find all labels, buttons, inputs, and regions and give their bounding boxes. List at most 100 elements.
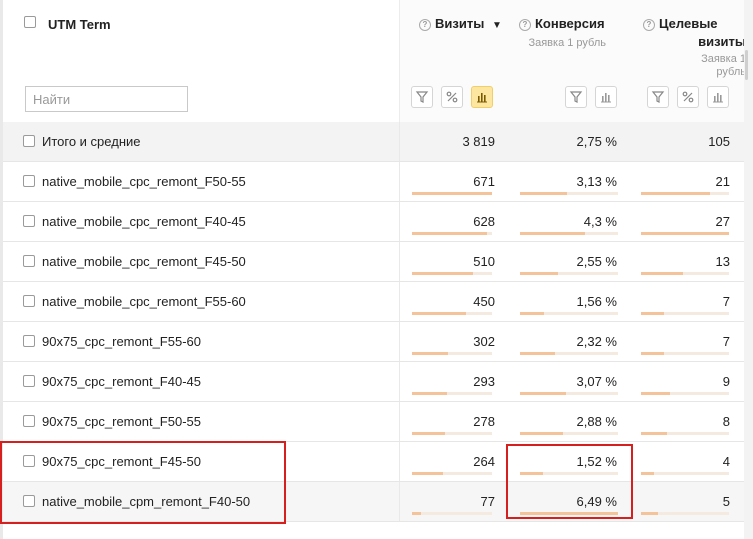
visits-cell: 293 (399, 362, 501, 401)
conversion-bar-track (520, 232, 618, 235)
goal-visits-bar (641, 392, 671, 395)
filter-button-visits[interactable] (411, 86, 433, 108)
row-name-cell: native_mobile_cpm_remont_F40-50 (3, 482, 399, 521)
scrollbar[interactable] (744, 0, 753, 539)
visits-bar (412, 432, 445, 435)
visits-value: 671 (473, 174, 495, 189)
goal-visits-goal-label-1: Заявка 1 (701, 53, 746, 65)
row-label[interactable]: native_mobile_cpc_remont_F45-50 (42, 254, 246, 269)
visits-cell: 77 (399, 482, 501, 521)
goal-visits-bar (641, 232, 729, 235)
visits-cell: 264 (399, 442, 501, 481)
row-checkbox[interactable] (23, 175, 35, 187)
sort-desc-icon[interactable]: ▼ (492, 20, 502, 31)
conversion-value: 3,07 % (576, 374, 617, 389)
percent-button-goal-visits[interactable] (677, 86, 699, 108)
column-header-visits[interactable]: ? Визиты ▼ (419, 16, 502, 31)
column-header-goal-visits[interactable]: ? Целевые (643, 16, 718, 31)
visits-bar-track (412, 352, 492, 355)
table-row: 90x75_cpc_remont_F40-45 293 3,07 % 9 (3, 362, 744, 402)
help-icon[interactable]: ? (419, 19, 431, 31)
help-icon[interactable]: ? (643, 19, 655, 31)
visits-bar-track (412, 232, 492, 235)
row-label[interactable]: native_mobile_cpm_remont_F40-50 (42, 494, 250, 509)
conversion-cell: 1,52 % (500, 442, 623, 481)
row-checkbox[interactable] (23, 495, 35, 507)
row-label[interactable]: native_mobile_cpc_remont_F55-60 (42, 294, 246, 309)
visits-bar (412, 352, 448, 355)
table-row: native_mobile_cpc_remont_F55-60 450 1,56 %… (3, 282, 744, 322)
help-icon[interactable]: ? (519, 19, 531, 31)
select-all-checkbox[interactable] (24, 16, 36, 28)
row-checkbox[interactable] (23, 255, 35, 267)
visits-bar (412, 272, 473, 275)
column-header-conversion[interactable]: ? Конверсия (519, 16, 605, 31)
conversion-cell: 6,49 % (500, 482, 623, 521)
row-checkbox[interactable] (23, 215, 35, 227)
goal-visits-goal-label-2: рубль (716, 66, 746, 78)
scrollbar-thumb[interactable] (745, 50, 748, 80)
row-name-cell: 90x75_cpc_remont_F55-60 (3, 322, 399, 361)
row-label[interactable]: native_mobile_cpc_remont_F40-45 (42, 214, 246, 229)
filter-button-conversion[interactable] (565, 86, 587, 108)
visits-bar-track (412, 312, 492, 315)
visits-cell: 510 (399, 242, 501, 281)
totals-label: Итого и средние (42, 134, 141, 149)
conversion-cell: 2,55 % (500, 242, 623, 281)
row-label[interactable]: 90x75_cpc_remont_F40-45 (42, 374, 201, 389)
row-checkbox[interactable] (23, 455, 35, 467)
conversion-bar-track (520, 472, 618, 475)
bar-chart-icon (601, 93, 611, 103)
row-label[interactable]: 90x75_cpc_remont_F45-50 (42, 454, 201, 469)
row-label[interactable]: 90x75_cpc_remont_F55-60 (42, 334, 201, 349)
row-label[interactable]: native_mobile_cpc_remont_F50-55 (42, 174, 246, 189)
conversion-value: 6,49 % (576, 494, 617, 509)
row-checkbox[interactable] (23, 375, 35, 387)
row-label[interactable]: 90x75_cpc_remont_F50-55 (42, 414, 201, 429)
search-input[interactable] (25, 86, 188, 112)
goal-visits-cell: 7 (623, 282, 736, 321)
conversion-cell: 3,07 % (500, 362, 623, 401)
visits-bar-track (412, 392, 492, 395)
visits-value: 264 (473, 454, 495, 469)
percent-button-visits[interactable] (441, 86, 463, 108)
goal-visits-bar-track (641, 512, 729, 515)
percent-icon (446, 91, 458, 103)
conversion-bar (520, 432, 564, 435)
conversion-bar-track (520, 512, 618, 515)
visits-bar (412, 232, 488, 235)
table-row: 90x75_cpc_remont_F45-50 264 1,52 % 4 (3, 442, 744, 482)
goal-visits-cell: 5 (623, 482, 736, 521)
goal-visits-value: 9 (722, 374, 730, 389)
bar-chart-button-visits[interactable] (471, 86, 493, 108)
goal-visits-cell: 7 (623, 322, 736, 361)
visits-value: 628 (473, 214, 495, 229)
conversion-bar (520, 272, 559, 275)
bar-chart-button-goal-visits[interactable] (707, 86, 729, 108)
filter-button-goal-visits[interactable] (647, 86, 669, 108)
visits-bar-track (412, 512, 492, 515)
conversion-cell: 2,32 % (500, 322, 623, 361)
totals-visits-cell: 3 819 (399, 122, 501, 161)
visits-bar (412, 192, 492, 195)
row-checkbox[interactable] (23, 295, 35, 307)
conversion-value: 1,56 % (576, 294, 617, 309)
goal-visits-value: 7 (722, 334, 730, 349)
row-checkbox[interactable] (23, 415, 35, 427)
row-checkbox[interactable] (23, 335, 35, 347)
visits-cell: 628 (399, 202, 501, 241)
visits-bar (412, 512, 421, 515)
conversion-value: 2,55 % (576, 254, 617, 269)
totals-checkbox[interactable] (23, 135, 35, 147)
dimension-title[interactable]: UTM Term (48, 17, 111, 32)
conversion-cell: 2,88 % (500, 402, 623, 441)
conversion-value: 2,88 % (576, 414, 617, 429)
bar-chart-button-conversion[interactable] (595, 86, 617, 108)
goal-visits-value: 27 (715, 214, 730, 229)
conversion-bar-track (520, 392, 618, 395)
goal-visits-bar (641, 352, 664, 355)
conversion-bar (520, 192, 568, 195)
goal-visits-cell: 8 (623, 402, 736, 441)
totals-conversion: 2,75 % (576, 134, 617, 149)
visits-bar-track (412, 272, 492, 275)
